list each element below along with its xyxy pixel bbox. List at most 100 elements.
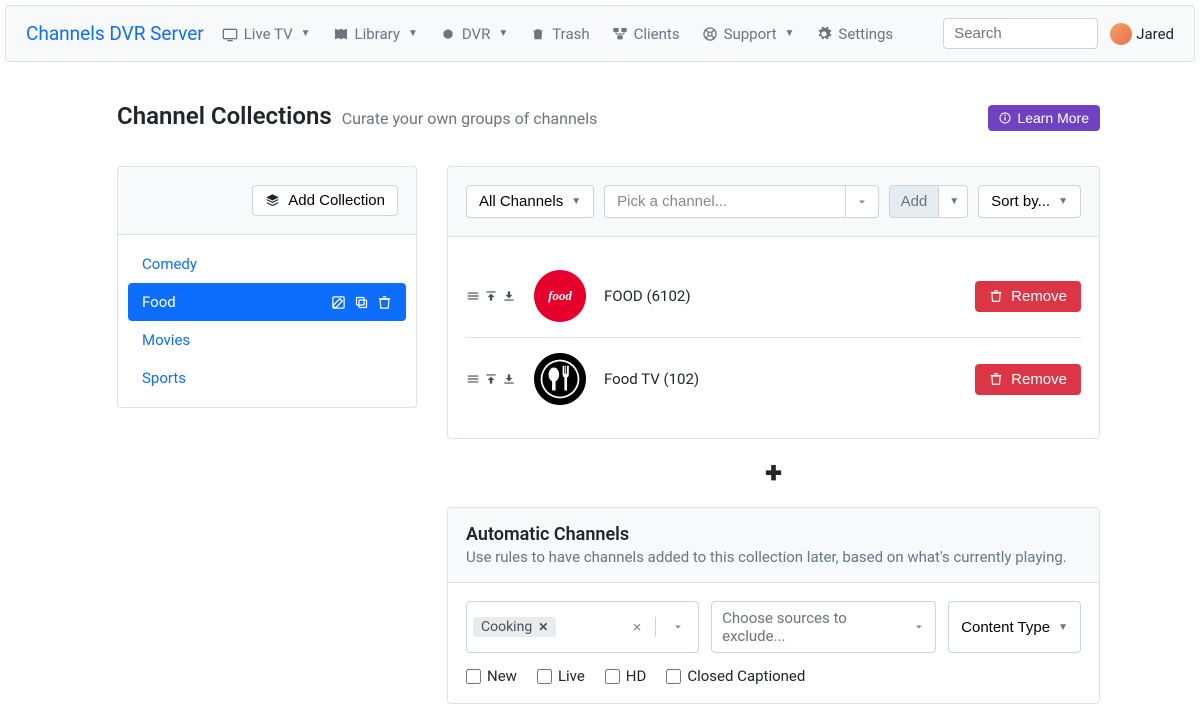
automatic-channels-card: Automatic Channels Use rules to have cha… [447, 507, 1100, 704]
sort-by-button[interactable]: Sort by... ▼ [978, 185, 1081, 218]
delete-icon[interactable] [377, 295, 392, 310]
drag-handle-icon[interactable] [466, 372, 480, 386]
nav-live-tv[interactable]: Live TV ▼ [222, 25, 311, 43]
nav-library[interactable]: Library ▼ [333, 25, 418, 43]
filter-channels-button[interactable]: All Channels ▼ [466, 185, 594, 218]
add-collection-button[interactable]: Add Collection [252, 185, 398, 216]
automatic-title: Automatic Channels [466, 524, 1081, 545]
collection-item-comedy[interactable]: Comedy [128, 245, 406, 283]
nav-label: Settings [838, 25, 893, 43]
collection-label: Comedy [142, 255, 197, 273]
nav-support[interactable]: Support ▼ [702, 25, 795, 43]
nav-trash[interactable]: Trash [530, 25, 589, 43]
checkbox-label: HD [626, 667, 647, 685]
collection-list: Comedy Food Movies Sports [118, 235, 416, 407]
main-toolbar: All Channels ▼ Add ▼ [448, 167, 1099, 237]
tag-chip: Cooking ✕ [473, 617, 556, 637]
info-icon [999, 112, 1011, 124]
chevron-down-icon: ▼ [949, 196, 959, 207]
top-navbar: Channels DVR Server Live TV ▼ Library ▼ … [5, 5, 1195, 62]
remove-channel-button[interactable]: Remove [975, 281, 1081, 312]
tag-remove-icon[interactable]: ✕ [538, 620, 548, 634]
chevron-down-icon: ▼ [785, 28, 795, 39]
user-name[interactable]: Jared [1136, 25, 1174, 43]
filter-checkboxes: New Live HD Closed Captioned [466, 667, 1081, 685]
chevron-down-icon: ▼ [498, 28, 508, 39]
brand-link[interactable]: Channels DVR Server [26, 22, 204, 45]
remove-label: Remove [1011, 371, 1067, 388]
checkbox-input[interactable] [537, 669, 552, 684]
channel-row: Food TV (102) Remove [466, 338, 1081, 420]
learn-more-button[interactable]: Learn More [988, 105, 1100, 131]
checkbox-input[interactable] [605, 669, 620, 684]
clients-icon [612, 26, 628, 42]
chevron-down-icon: ▼ [408, 28, 418, 39]
user-avatar[interactable] [1110, 23, 1132, 45]
page-content: Channel Collections Curate your own grou… [0, 67, 1200, 724]
nav-label: Clients [634, 25, 680, 43]
move-bottom-icon[interactable] [502, 289, 516, 303]
collection-label: Movies [142, 331, 190, 349]
move-top-icon[interactable] [484, 289, 498, 303]
move-top-icon[interactable] [484, 372, 498, 386]
collection-item-food[interactable]: Food [128, 283, 406, 321]
gear-icon [816, 26, 832, 42]
add-channel-caret[interactable]: ▼ [938, 185, 968, 218]
rules-tag-input[interactable]: Cooking ✕ × [466, 601, 699, 653]
automatic-description: Use rules to have channels added to this… [466, 548, 1081, 566]
chevron-down-icon: ▼ [1058, 622, 1068, 633]
tv-icon [222, 26, 238, 42]
collection-item-movies[interactable]: Movies [128, 321, 406, 359]
filter-label: All Channels [479, 193, 563, 210]
remove-channel-button[interactable]: Remove [975, 364, 1081, 395]
exclude-sources-select[interactable]: Choose sources to exclude... [711, 601, 936, 653]
remove-label: Remove [1011, 288, 1067, 305]
nav-clients[interactable]: Clients [612, 25, 680, 43]
edit-icon[interactable] [331, 295, 346, 310]
page-header: Channel Collections Curate your own grou… [117, 102, 1100, 131]
add-row-button[interactable]: ✚ [765, 461, 782, 485]
page-subtitle: Curate your own groups of channels [342, 109, 598, 128]
nav-settings[interactable]: Settings [816, 25, 893, 43]
checkbox-new[interactable]: New [466, 667, 517, 685]
checkbox-cc[interactable]: Closed Captioned [666, 667, 805, 685]
trash-icon [989, 372, 1003, 386]
tag-dropdown-caret[interactable] [664, 621, 692, 633]
content-type-button[interactable]: Content Type ▼ [948, 601, 1081, 653]
checkbox-input[interactable] [666, 669, 681, 684]
channel-name: FOOD (6102) [604, 287, 957, 305]
channel-picker-input[interactable] [604, 185, 844, 218]
nav-label: Library [355, 25, 400, 43]
chevron-down-icon: ▼ [301, 28, 311, 39]
channel-picker-caret[interactable] [845, 185, 879, 218]
channel-logo [534, 353, 586, 405]
chevron-down-icon: ▼ [571, 196, 581, 207]
nav-dvr[interactable]: DVR ▼ [440, 25, 508, 43]
clear-tags-icon[interactable]: × [627, 618, 647, 636]
checkbox-hd[interactable]: HD [605, 667, 647, 685]
book-icon [333, 26, 349, 42]
checkbox-input[interactable] [466, 669, 481, 684]
add-collection-label: Add Collection [288, 192, 385, 209]
nav-label: DVR [462, 25, 490, 43]
move-bottom-icon[interactable] [502, 372, 516, 386]
search-input[interactable] [943, 18, 1098, 49]
checkbox-label: Live [558, 667, 585, 685]
channel-picker [604, 185, 878, 218]
trash-icon [530, 26, 546, 42]
collections-sidebar: Add Collection Comedy Food [117, 166, 417, 704]
nav-label: Live TV [244, 25, 293, 43]
sort-label: Sort by... [991, 193, 1050, 210]
collection-label: Sports [142, 369, 186, 387]
learn-more-label: Learn More [1017, 110, 1089, 126]
add-channel-button[interactable]: Add [889, 185, 939, 218]
collection-item-sports[interactable]: Sports [128, 359, 406, 397]
channel-logo: food [534, 270, 586, 322]
checkbox-label: New [487, 667, 517, 685]
checkbox-live[interactable]: Live [537, 667, 585, 685]
copy-icon[interactable] [354, 295, 369, 310]
drag-handle-icon[interactable] [466, 289, 480, 303]
layers-plus-icon [265, 193, 280, 208]
tag-label: Cooking [481, 619, 532, 635]
channel-row: food FOOD (6102) Remove [466, 255, 1081, 338]
